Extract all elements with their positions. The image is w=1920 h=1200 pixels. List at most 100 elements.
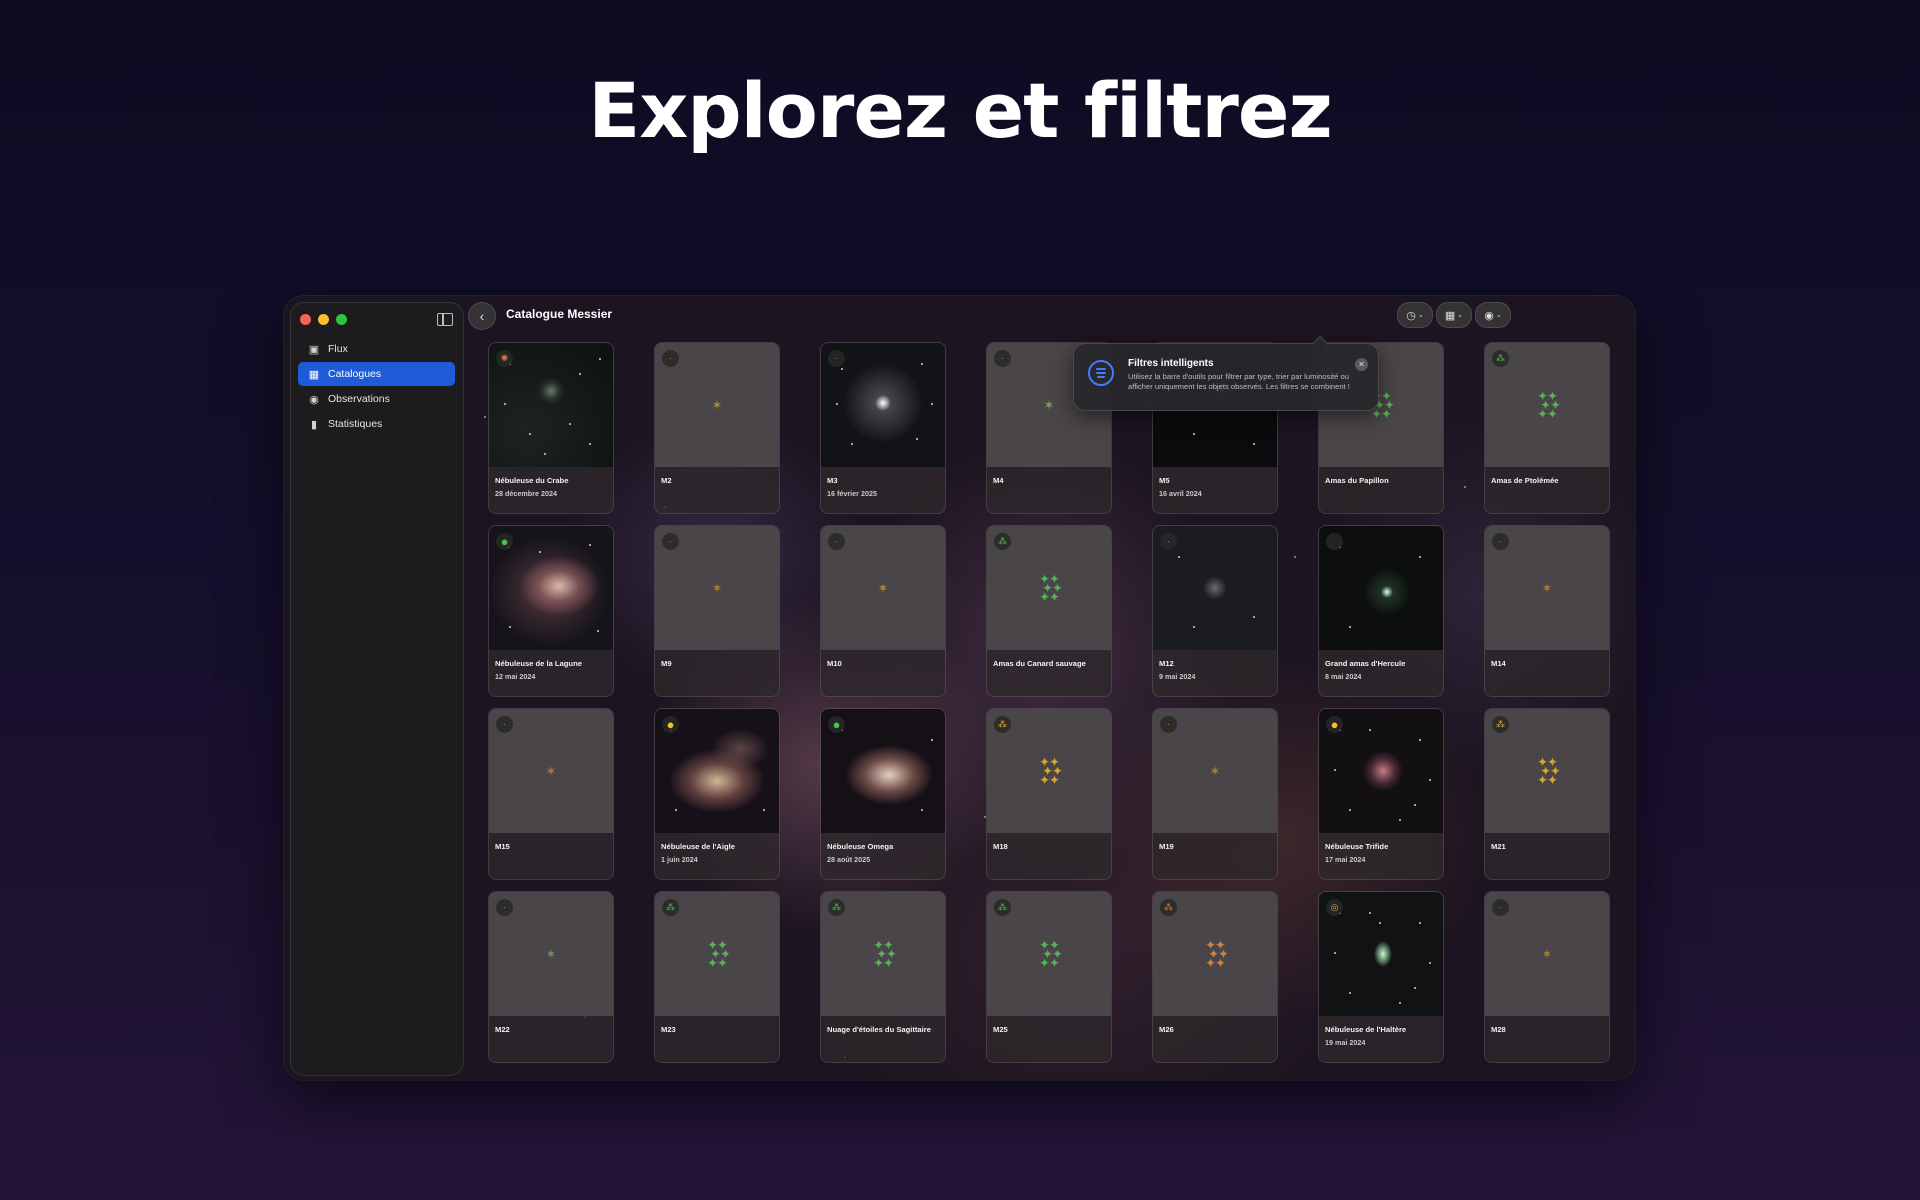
card-caption: Nébuleuse de la Lagune 12 mai 2024 bbox=[489, 650, 613, 696]
object-name: Amas du Canard sauvage bbox=[993, 659, 1086, 668]
sidebar-item-catalogues[interactable]: ▦ Catalogues bbox=[298, 362, 455, 386]
star-dot bbox=[836, 403, 838, 405]
nebula-green-badge-icon: ● bbox=[496, 533, 513, 550]
object-name: M9 bbox=[661, 659, 672, 668]
object-name: M28 bbox=[1491, 1025, 1506, 1034]
chevron-left-icon: ‹ bbox=[479, 308, 485, 324]
object-name: M18 bbox=[993, 842, 1008, 851]
chevron-down-icon: ⌄ bbox=[1457, 312, 1464, 319]
observation-date: 28 décembre 2024 bbox=[495, 489, 557, 498]
catalogue-card[interactable]: ● Nébuleuse Omega 28 août 2025 bbox=[820, 708, 946, 880]
catalogue-card[interactable]: ✶ · M19 bbox=[1152, 708, 1278, 880]
star-dot bbox=[1379, 922, 1381, 924]
grid-view-icon: ▦ bbox=[1444, 309, 1456, 322]
star-icon: ✶ bbox=[1541, 946, 1553, 962]
object-name: Nébuleuse de l'Aigle bbox=[661, 842, 735, 851]
sidebar-item-label: Catalogues bbox=[328, 368, 382, 380]
eye-icon: ◉ bbox=[309, 393, 319, 406]
catalogue-card[interactable]: ✦✦ ✦✦ ✦✦ ⁂ M25 bbox=[986, 891, 1112, 1063]
star-cluster-icon: ✦✦ ✦✦ ✦✦ bbox=[873, 937, 897, 971]
object-name: Nébuleuse de l'Haltère bbox=[1325, 1025, 1407, 1034]
close-icon[interactable]: ✕ bbox=[1355, 358, 1368, 371]
star-icon: ✶ bbox=[711, 397, 723, 413]
nebula-yellow-badge-icon: ● bbox=[662, 716, 679, 733]
card-caption: M5 16 avril 2024 bbox=[1153, 467, 1277, 513]
card-caption: Nébuleuse de l'Aigle 1 juin 2024 bbox=[655, 833, 779, 879]
catalogue-card[interactable]: ✦✦ ✦✦ ✦✦ ⁂ M18 bbox=[986, 708, 1112, 880]
object-name: M5 bbox=[1159, 476, 1170, 485]
cluster-badge-icon: ⁂ bbox=[994, 533, 1011, 550]
catalogue-card[interactable]: ✦✦ ✦✦ ✦✦ ⁂ M21 bbox=[1484, 708, 1610, 880]
star-cluster-icon: ✦✦ ✦✦ ✦✦ bbox=[1039, 571, 1063, 605]
catalogue-card[interactable]: ● Nébuleuse de l'Aigle 1 juin 2024 bbox=[654, 708, 780, 880]
catalogue-card[interactable]: ✶ · M10 bbox=[820, 525, 946, 697]
star-dot bbox=[1334, 769, 1336, 771]
catalogue-card[interactable]: ✶ · M28 bbox=[1484, 891, 1610, 1063]
object-name: M26 bbox=[1159, 1025, 1174, 1034]
star-dot bbox=[539, 551, 541, 553]
clock-filter-icon: ◷ bbox=[1406, 309, 1416, 322]
catalogue-card[interactable]: ● Nébuleuse Trifide 17 mai 2024 bbox=[1318, 708, 1444, 880]
catalogue-card[interactable]: · Grand amas d'Hercule 8 mai 2024 bbox=[1318, 525, 1444, 697]
object-name: M3 bbox=[827, 476, 838, 485]
star-dot bbox=[921, 809, 923, 811]
object-name: M22 bbox=[495, 1025, 510, 1034]
star-dot bbox=[1334, 952, 1336, 954]
layout-button[interactable]: ▦ ⌄ bbox=[1436, 302, 1472, 328]
catalogue-card[interactable]: ✶ · M14 bbox=[1484, 525, 1610, 697]
minimize-window-button[interactable] bbox=[318, 314, 329, 325]
smart-filters-tip: Filtres intelligents Utilisez la barre d… bbox=[1073, 343, 1379, 411]
dim-badge-icon: · bbox=[496, 716, 513, 733]
visibility-button[interactable]: ◉ ⌄ bbox=[1475, 302, 1511, 328]
sidebar-item-label: Observations bbox=[328, 393, 390, 405]
catalogue-card[interactable]: ✦✦ ✦✦ ✦✦ ⁂ Amas du Canard sauvage bbox=[986, 525, 1112, 697]
cluster-badge-icon: ⁂ bbox=[1492, 716, 1509, 733]
catalogue-card[interactable]: ✦✦ ✦✦ ✦✦ ⁂ M23 bbox=[654, 891, 780, 1063]
star-icon: ✶ bbox=[545, 763, 557, 779]
sidebar-item-statistiques[interactable]: ▮ Statistiques bbox=[298, 412, 455, 436]
season-filter-button[interactable]: ◷ ⌄ bbox=[1397, 302, 1433, 328]
star-dot bbox=[1399, 819, 1401, 821]
catalogue-card[interactable]: ✺ Nébuleuse du Crabe 28 décembre 2024 bbox=[488, 342, 614, 514]
observation-date: 9 mai 2024 bbox=[1159, 672, 1196, 681]
filter-lines-icon bbox=[1088, 360, 1114, 386]
window-title: Catalogue Messier bbox=[506, 307, 613, 321]
star-dot bbox=[1349, 992, 1351, 994]
card-caption: M12 9 mai 2024 bbox=[1153, 650, 1277, 696]
cluster-badge-icon: ⁂ bbox=[662, 899, 679, 916]
sidebar-toggle-icon[interactable] bbox=[437, 313, 453, 326]
catalogue-card[interactable]: ✦✦ ✦✦ ✦✦ ⁂ M26 bbox=[1152, 891, 1278, 1063]
catalogue-card[interactable]: ✶ · M15 bbox=[488, 708, 614, 880]
catalogue-card[interactable]: ✦✦ ✦✦ ✦✦ ⁂ Nuage d'étoiles du Sagittaire bbox=[820, 891, 946, 1063]
sidebar-item-flux[interactable]: ▣ Flux bbox=[298, 337, 455, 361]
dim-badge-icon: · bbox=[496, 899, 513, 916]
star-dot bbox=[599, 358, 601, 360]
star-cluster-icon: ✦✦ ✦✦ ✦✦ bbox=[1039, 754, 1063, 788]
background-star bbox=[1464, 486, 1466, 488]
star-dot bbox=[1399, 1002, 1401, 1004]
close-window-button[interactable] bbox=[300, 314, 311, 325]
star-dot bbox=[675, 809, 677, 811]
observation-date: 28 août 2025 bbox=[827, 855, 871, 864]
catalogue-card[interactable]: · M12 9 mai 2024 bbox=[1152, 525, 1278, 697]
catalogue-card[interactable]: ✶ · M9 bbox=[654, 525, 780, 697]
card-caption: M9 bbox=[655, 650, 779, 696]
observation-date: 16 février 2025 bbox=[827, 489, 877, 498]
catalogue-card[interactable]: ✦✦ ✦✦ ✦✦ ⁂ Amas de Ptolémée bbox=[1484, 342, 1610, 514]
back-button[interactable]: ‹ bbox=[468, 302, 496, 330]
sidebar-item-observations[interactable]: ◉ Observations bbox=[298, 387, 455, 411]
catalogue-card[interactable]: · M3 16 février 2025 bbox=[820, 342, 946, 514]
catalogue-card[interactable]: ◎ Nébuleuse de l'Haltère 19 mai 2024 bbox=[1318, 891, 1444, 1063]
star-dot bbox=[931, 739, 933, 741]
catalogue-card[interactable]: ● Nébuleuse de la Lagune 12 mai 2024 bbox=[488, 525, 614, 697]
content-area: ‹ Catalogue Messier ◷ ⌄ ▦ ⌄ ◉ ⌄ ✺ Nébuleu… bbox=[284, 296, 1635, 1080]
star-icon: ✶ bbox=[1043, 397, 1055, 413]
dim-badge-icon: · bbox=[1160, 533, 1177, 550]
dim-badge-icon: · bbox=[662, 533, 679, 550]
star-dot bbox=[509, 626, 511, 628]
catalogue-card[interactable]: ✶ · M2 bbox=[654, 342, 780, 514]
card-caption: M23 bbox=[655, 1016, 779, 1062]
tip-title: Filtres intelligents bbox=[1128, 358, 1214, 369]
zoom-window-button[interactable] bbox=[336, 314, 347, 325]
catalogue-card[interactable]: ✶ · M22 bbox=[488, 891, 614, 1063]
